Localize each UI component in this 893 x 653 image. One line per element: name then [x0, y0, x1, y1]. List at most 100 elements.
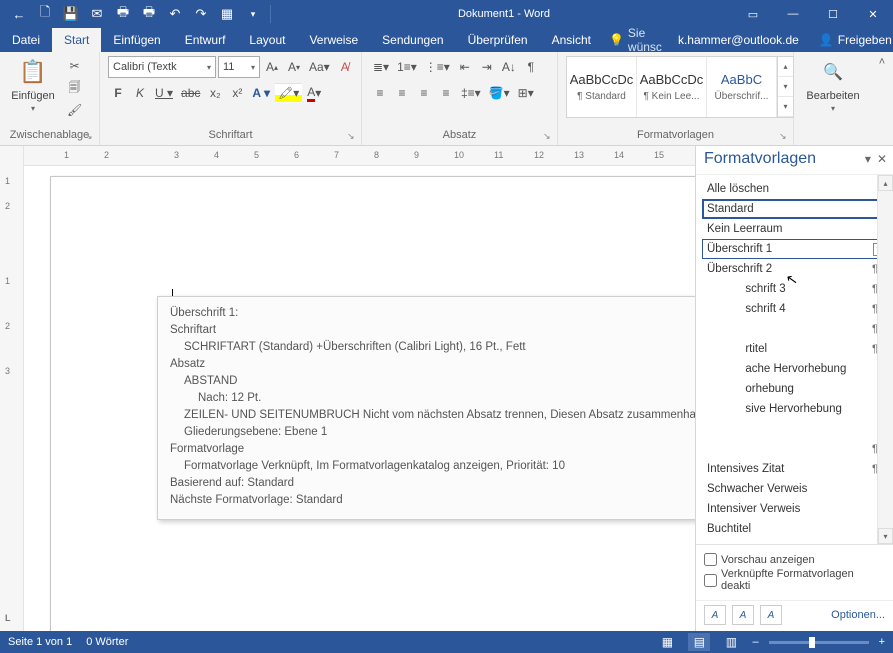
highlight-icon[interactable]: 🖍▾ [275, 83, 302, 103]
tab-ueberpruefen[interactable]: Überprüfen [456, 28, 540, 52]
gallery-more[interactable]: ▴ ▾ ▾ [777, 57, 793, 117]
close-icon[interactable]: ✕ [853, 0, 893, 28]
underline-button[interactable]: U ▾ [152, 83, 176, 103]
style-item[interactable]: Intensiver Verweisa [702, 499, 889, 519]
mail-icon[interactable]: ✉ [84, 0, 110, 28]
tell-me-search[interactable]: 💡 Sie wünsc [603, 28, 668, 52]
scroll-up-icon[interactable]: ▴ [878, 175, 893, 191]
bullets-icon[interactable]: ≣▾ [370, 57, 392, 77]
undo-icon[interactable]: ↶ [162, 0, 188, 28]
shading-icon[interactable]: 🪣▾ [486, 83, 513, 103]
grow-font-icon[interactable]: A▴ [262, 57, 282, 77]
checkbox[interactable] [704, 553, 717, 566]
tab-verweise[interactable]: Verweise [297, 28, 370, 52]
tab-datei[interactable]: Datei [0, 28, 52, 52]
table-icon[interactable]: ▦ [214, 0, 240, 28]
zoom-slider[interactable] [769, 641, 869, 644]
slider-thumb[interactable] [809, 637, 815, 648]
minimize-icon[interactable]: — [773, 0, 813, 28]
text-effects-icon[interactable]: A ▾ [249, 83, 273, 103]
options-link[interactable]: Optionen... [831, 609, 885, 621]
save-icon[interactable]: 💾 [58, 0, 84, 28]
scroll-down-icon[interactable]: ▾ [878, 528, 893, 544]
superscript-button[interactable]: x² [227, 83, 247, 103]
font-color-icon[interactable]: A▾ [304, 83, 324, 103]
paragraph-launcher-icon[interactable]: ↘ [543, 131, 555, 143]
expand-icon[interactable]: ▾ [778, 97, 793, 117]
multilevel-icon[interactable]: ⋮≡▾ [422, 57, 453, 77]
style-item[interactable]: rtitel¶a [702, 339, 889, 359]
maximize-icon[interactable]: ☐ [813, 0, 853, 28]
new-icon[interactable]: 🗋 [32, 0, 58, 28]
gallery-no-spacing[interactable]: AaBbCcDc ¶ Kein Lee... [637, 57, 707, 117]
signed-in-user[interactable]: k.hammer@outlook.de [668, 28, 809, 52]
redo-icon[interactable]: ↷ [188, 0, 214, 28]
style-inspector-icon[interactable]: A [732, 605, 754, 625]
tab-einfuegen[interactable]: Einfügen [101, 28, 172, 52]
print-layout-icon[interactable]: ▤ [688, 633, 710, 651]
zoom-out-icon[interactable]: – [752, 636, 758, 648]
preview-checkbox[interactable]: Vorschau anzeigen [704, 553, 885, 566]
style-item[interactable]: sive Hervorhebunga [702, 399, 889, 419]
style-item[interactable]: ache Hervorhebunga [702, 359, 889, 379]
style-item[interactable]: Überschrift 2¶a [702, 259, 889, 279]
cut-icon[interactable]: ✂ [64, 56, 85, 76]
align-center-icon[interactable]: ≡ [392, 83, 412, 103]
ribbon-options-icon[interactable]: ▭ [733, 0, 773, 28]
font-launcher-icon[interactable]: ↘ [347, 131, 359, 143]
style-item[interactable]: Buchtitela [702, 519, 889, 539]
tab-ansicht[interactable]: Ansicht [540, 28, 603, 52]
font-size-combo[interactable]: 11▾ [218, 56, 260, 78]
gallery-heading1[interactable]: AaBbC Überschrif... [707, 57, 777, 117]
shrink-font-icon[interactable]: A▾ [284, 57, 304, 77]
tab-entwurf[interactable]: Entwurf [173, 28, 238, 52]
style-item[interactable]: ¶a [702, 319, 889, 339]
clipboard-launcher-icon[interactable]: ↘ [85, 131, 97, 143]
sort-icon[interactable]: A↓ [499, 57, 519, 77]
print-quick-icon[interactable]: 🖶 [110, 0, 136, 28]
gallery-standard[interactable]: AaBbCcDc ¶ Standard [567, 57, 637, 117]
checkbox[interactable] [704, 574, 717, 587]
style-item[interactable]: a [702, 419, 889, 439]
borders-icon[interactable]: ⊞▾ [515, 83, 537, 103]
decrease-indent-icon[interactable]: ⇤ [455, 57, 475, 77]
change-case-icon[interactable]: Aa▾ [306, 57, 333, 77]
print-preview-icon[interactable]: 🖶 [136, 0, 162, 28]
share-button[interactable]: 👤 Freigeben [809, 28, 893, 52]
style-item[interactable]: Intensives Zitat¶a [702, 459, 889, 479]
italic-button[interactable]: K [130, 83, 150, 103]
justify-icon[interactable]: ≡ [436, 83, 456, 103]
back-icon[interactable]: ← [6, 0, 32, 28]
styles-launcher-icon[interactable]: ↘ [779, 131, 791, 143]
line-spacing-icon[interactable]: ‡≡▾ [458, 83, 484, 103]
up-arrow-icon[interactable]: ▴ [778, 57, 793, 77]
style-gallery[interactable]: AaBbCcDc ¶ Standard AaBbCcDc ¶ Kein Lee.… [566, 56, 794, 118]
page-count[interactable]: Seite 1 von 1 [8, 636, 72, 648]
style-item[interactable]: Überschrift 1▾ [702, 239, 889, 259]
pane-dropdown-icon[interactable]: ▾ [865, 152, 871, 166]
down-arrow-icon[interactable]: ▾ [778, 77, 793, 97]
tab-layout[interactable]: Layout [237, 28, 297, 52]
style-item[interactable]: orhebunga [702, 379, 889, 399]
paste-button[interactable]: 📋 Einfügen ▾ [8, 56, 58, 113]
manage-styles-icon[interactable]: A [760, 605, 782, 625]
word-count[interactable]: 0 Wörter [86, 636, 128, 648]
tab-start[interactable]: Start [52, 28, 101, 52]
subscript-button[interactable]: x₂ [205, 83, 225, 103]
new-style-icon[interactable]: A [704, 605, 726, 625]
increase-indent-icon[interactable]: ⇥ [477, 57, 497, 77]
clear-formatting-icon[interactable]: A̸ [335, 57, 355, 77]
qat-dropdown-icon[interactable]: ▾ [240, 0, 266, 28]
style-item[interactable]: ¶a [702, 439, 889, 459]
copy-icon[interactable]: 🗐 [64, 78, 85, 98]
collapse-ribbon-icon[interactable]: ˄ [872, 52, 892, 145]
style-item[interactable]: Kein Leerraum¶ [702, 219, 889, 239]
style-item[interactable]: schrift 3¶a [702, 279, 889, 299]
document-area[interactable]: Überschrift 1: Schriftart SCHRIFTART (St… [24, 166, 695, 631]
numbering-icon[interactable]: 1≡▾ [394, 57, 420, 77]
clear-all[interactable]: Alle löschen [702, 179, 889, 199]
align-left-icon[interactable]: ≡ [370, 83, 390, 103]
pilcrow-icon[interactable]: ¶ [521, 57, 541, 77]
pane-close-icon[interactable]: ✕ [877, 152, 887, 166]
bold-button[interactable]: F [108, 83, 128, 103]
